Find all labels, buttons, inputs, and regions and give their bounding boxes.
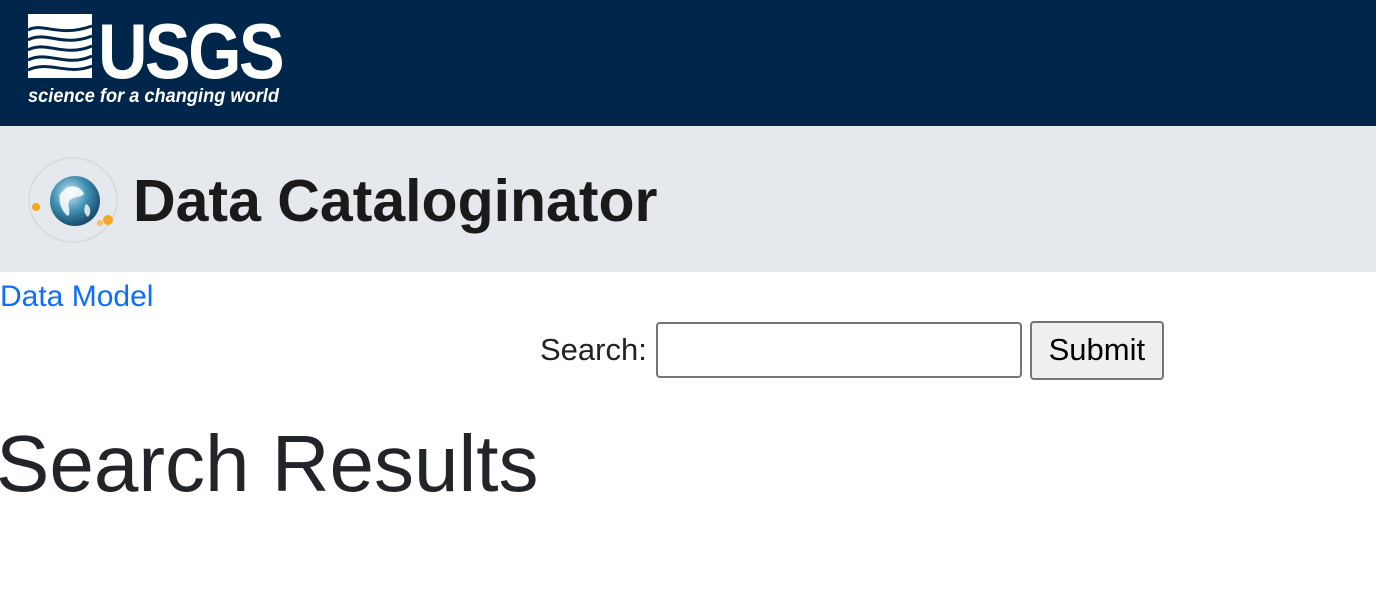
- submit-button[interactable]: Submit: [1029, 320, 1164, 380]
- search-label: Search:: [540, 332, 647, 367]
- usgs-wave-logo-icon: USGS science for a changing world: [28, 12, 285, 107]
- data-model-link[interactable]: Data Model: [0, 278, 153, 316]
- usgs-logo-text: USGS: [98, 12, 282, 95]
- site-banner: Data Cataloginator: [0, 126, 1376, 272]
- usgs-logo-tagline: science for a changing world: [28, 86, 279, 107]
- search-results-heading: Search Results: [0, 419, 539, 508]
- search-input[interactable]: [655, 322, 1022, 378]
- globe-orbit-icon: [26, 154, 120, 246]
- usgs-header: USGS science for a changing world: [0, 0, 1376, 126]
- site-title: Data Cataloginator: [133, 168, 658, 234]
- search-form: Search: Submit: [540, 320, 1164, 380]
- usgs-logo[interactable]: USGS science for a changing world: [28, 12, 288, 108]
